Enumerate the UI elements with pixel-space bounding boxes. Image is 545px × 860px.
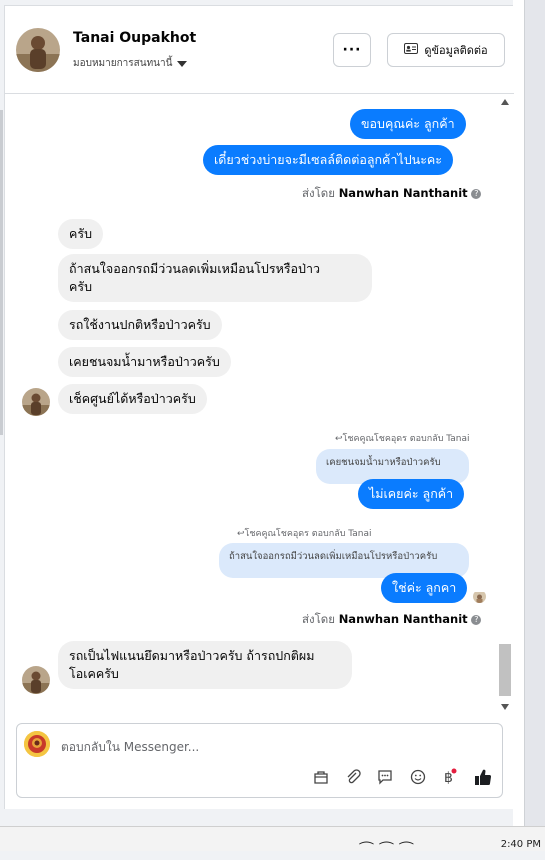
reply-arrow-icon: ↩	[237, 529, 245, 539]
page-avatar	[24, 731, 50, 757]
conversation-header: Tanai Oupakhot มอบหมายการสนทนานี้ ··· ดู…	[5, 6, 514, 94]
os-taskbar: ⁀ ⁀ ⁀ 2:40 PM	[0, 826, 545, 860]
adjacent-window-edge	[513, 0, 545, 826]
view-contact-info-button[interactable]: ดูข้อมูลติดต่อ	[387, 33, 505, 67]
reply-input[interactable]: ตอบกลับใน Messenger...	[61, 738, 199, 757]
taskbar-clock[interactable]: 2:40 PM	[501, 839, 541, 850]
window-resize-edge	[0, 110, 3, 435]
svg-text:฿: ฿	[444, 770, 453, 786]
info-icon[interactable]: ?	[471, 188, 482, 199]
scrollbar-thumb[interactable]	[499, 644, 511, 696]
messenger-conversation-panel: Tanai Oupakhot มอบหมายการสนทนานี้ ··· ดู…	[4, 5, 514, 809]
incoming-message[interactable]: เคยชนจมน้ำมาหรือป่าวครับ	[58, 347, 231, 377]
contact-card-icon	[404, 43, 419, 57]
outgoing-message[interactable]: ไม่เคยค่ะ ลูกค้า	[358, 479, 465, 509]
outgoing-message[interactable]: เดี๋ยวช่วงบ่ายจะมีเซลล์ติดต่อลูกค้าไปนะค…	[203, 145, 453, 175]
incoming-message[interactable]: ถ้าสนใจออกรถมีว่วนลดเพิ่มเหมือนโปรหรือป่…	[58, 254, 372, 302]
incoming-message[interactable]: เช็คศูนย์ได้หรือป่าวครับ	[58, 384, 207, 414]
sent-by-label: ส่งโดย Nanwhan Nanthanit ?	[302, 611, 482, 629]
caret-down-icon	[177, 60, 188, 67]
outgoing-message[interactable]: ใช่ค่ะ ลูกคา	[381, 573, 468, 603]
sender-name: Nanwhan Nanthanit	[338, 186, 468, 200]
chat-bubble-icon[interactable]	[374, 766, 396, 788]
incoming-message[interactable]: รถเป็นไฟแนนยึดมาหรือป่าวครับ ถ้ารถปกติผม…	[58, 641, 352, 689]
outgoing-message[interactable]: ขอบคุณค่ะ ลูกค้า	[350, 109, 466, 139]
contact-avatar-small	[22, 666, 50, 694]
assign-conversation-dropdown[interactable]: มอบหมายการสนทนานี้	[73, 56, 188, 71]
payment-baht-icon[interactable]: ฿	[438, 766, 460, 788]
thumbs-up-icon[interactable]	[472, 766, 494, 788]
info-icon[interactable]: ?	[471, 614, 482, 625]
emoji-icon[interactable]	[407, 766, 429, 788]
contact-avatar[interactable]	[16, 28, 60, 72]
sender-name: Nanwhan Nanthanit	[338, 612, 468, 626]
contact-name[interactable]: Tanai Oupakhot	[73, 30, 196, 46]
more-options-button[interactable]: ···	[333, 33, 371, 67]
message-list-scrollbar[interactable]	[499, 97, 511, 712]
reply-indicator: ↩โชคคูณโชคอุดร ตอบกลับ Tanai	[237, 529, 372, 539]
saved-replies-icon[interactable]	[310, 766, 332, 788]
reply-indicator: ↩โชคคูณโชคอุดร ตอบกลับ Tanai	[335, 434, 470, 444]
view-contact-info-label: ดูข้อมูลติดต่อ	[424, 44, 488, 57]
message-composer: ตอบกลับใน Messenger... ฿	[16, 723, 503, 798]
contact-avatar-small	[22, 388, 50, 416]
incoming-message[interactable]: ครับ	[58, 219, 104, 249]
seen-avatar	[473, 590, 486, 603]
scroll-up-arrow-icon[interactable]	[501, 99, 509, 105]
reply-arrow-icon: ↩	[335, 434, 343, 444]
scroll-down-arrow-icon[interactable]	[501, 704, 509, 710]
sent-by-label: ส่งโดย Nanwhan Nanthanit ?	[302, 185, 482, 203]
attachment-icon[interactable]	[342, 766, 364, 788]
assign-label: มอบหมายการสนทนานี้	[73, 58, 173, 69]
incoming-message[interactable]: รถใช้งานปกติหรือป่าวครับ	[58, 310, 222, 340]
